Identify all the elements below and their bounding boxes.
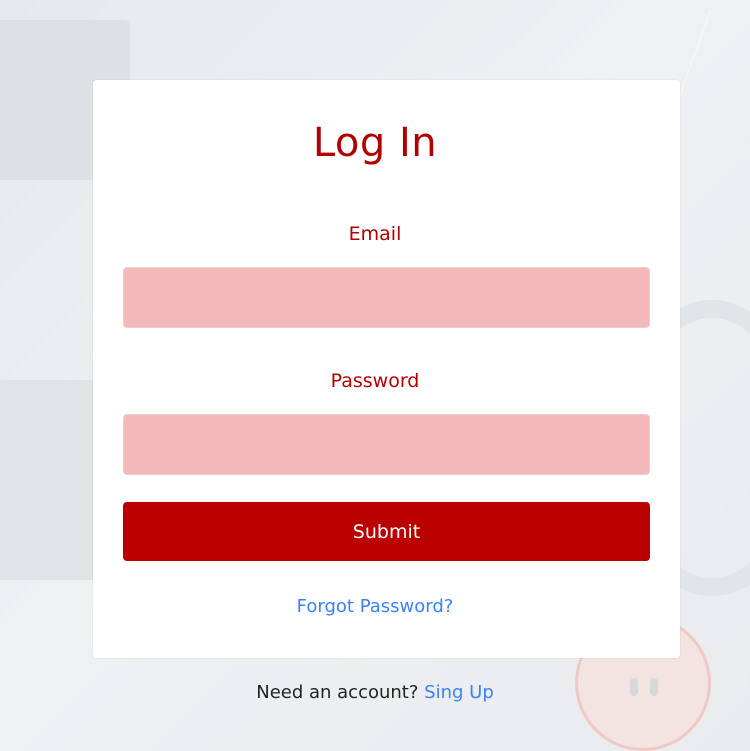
forgot-password-row: Forgot Password? <box>0 596 750 617</box>
password-field[interactable] <box>123 414 650 475</box>
email-field[interactable] <box>123 267 650 328</box>
signup-prompt-row: Need an account? Sing Up <box>0 682 750 703</box>
login-card <box>93 80 680 658</box>
page-title: Log In <box>312 120 438 166</box>
signup-prompt-text: Need an account? <box>256 682 419 703</box>
email-label: Email <box>348 223 402 245</box>
password-label: Password <box>330 370 420 392</box>
forgot-password-link[interactable]: Forgot Password? <box>297 596 454 617</box>
signup-link[interactable]: Sing Up <box>424 682 494 703</box>
submit-button[interactable]: Submit <box>123 502 650 561</box>
